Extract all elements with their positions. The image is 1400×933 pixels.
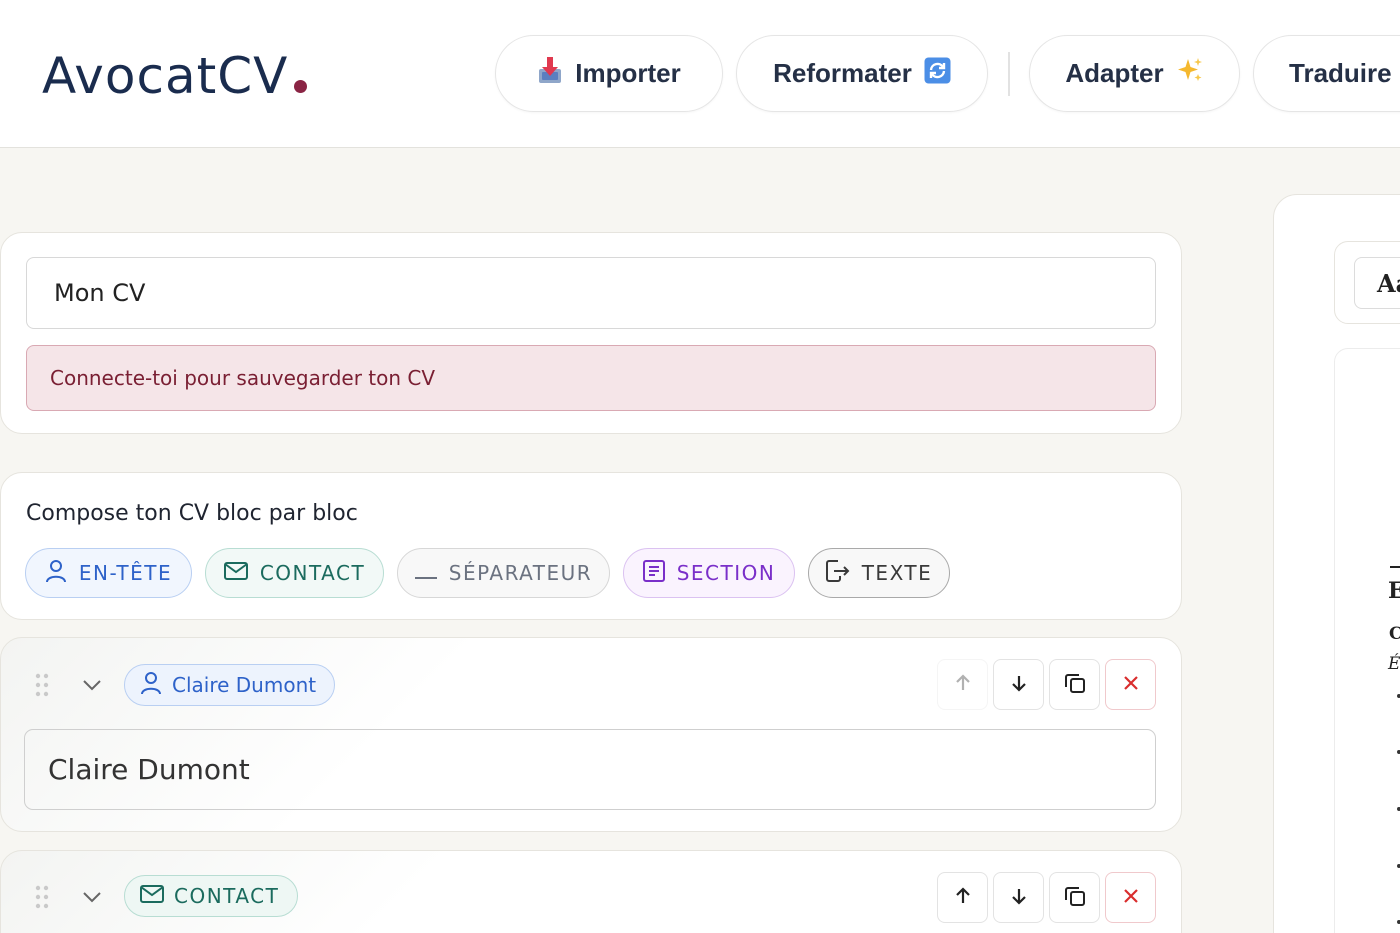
move-up-button[interactable] [937,872,988,923]
delete-button[interactable] [1105,659,1156,710]
duplicate-button[interactable] [1049,659,1100,710]
translate-label: Traduire [1289,58,1392,88]
app-logo[interactable]: AvocatCV [42,46,308,106]
move-down-button[interactable] [993,872,1044,923]
logo-text: AvocatCV [42,47,289,105]
user-icon [45,559,67,588]
mail-icon [223,561,248,585]
preview-heading-fragment: E [1388,578,1400,604]
top-bar: AvocatCV Importer Reformater Adapter Tra… [0,0,1400,148]
font-style-label: Aa [1377,268,1400,298]
sparkles-icon [1176,56,1204,91]
add-contact-chip[interactable]: CONTACT [205,548,384,598]
refresh-icon [924,57,951,91]
add-header-label: EN-TÊTE [78,561,173,585]
arrow-down-icon [1009,886,1029,910]
import-tray-icon [537,55,563,92]
import-label: Importer [575,58,681,88]
add-separator-label: SÉPARATEUR [448,561,593,585]
font-style-button[interactable]: Aa [1354,257,1400,309]
add-contact-label: CONTACT [259,561,366,585]
adapt-button[interactable]: Adapter [1029,35,1240,112]
contact-block-chip-label: CONTACT [174,884,280,908]
add-separator-chip[interactable]: SÉPARATEUR [397,548,610,598]
logo-dot [294,80,308,93]
mail-icon [140,884,164,908]
full-name-value: Claire Dumont [48,753,250,786]
full-name-input[interactable]: Claire Dumont [24,729,1156,810]
drag-handle-icon[interactable] [35,885,49,909]
drag-handle-icon[interactable] [35,673,49,697]
duplicate-icon [1064,672,1086,698]
duplicate-button[interactable] [1049,872,1100,923]
chevron-down-icon[interactable] [81,886,103,908]
preview-subheading-fragment: C [1389,624,1400,644]
delete-icon [1122,674,1140,696]
add-section-chip[interactable]: SECTION [623,548,795,598]
header-block-chip: Claire Dumont [124,664,336,706]
compose-heading: Compose ton CV bloc par bloc [26,501,358,526]
arrow-up-icon [953,886,973,910]
cv-title-value: Mon CV [54,279,146,307]
cv-title-card: Mon CV Connecte-toi pour sauvegarder ton… [0,232,1182,434]
adapt-label: Adapter [1065,58,1164,88]
delete-button[interactable] [1105,872,1156,923]
header-block-chip-label: Claire Dumont [172,673,317,697]
login-notice-text: Connecte-toi pour sauvegarder ton CV [50,366,436,390]
chevron-down-icon[interactable] [81,674,103,696]
add-text-label: TEXTE [861,561,933,585]
duplicate-icon [1064,885,1086,911]
section-icon [642,559,665,587]
nav-separator [1008,52,1010,96]
arrow-down-icon [1009,673,1029,697]
preview-italic-fragment: É [1388,654,1400,674]
move-down-button[interactable] [993,659,1044,710]
login-notice[interactable]: Connecte-toi pour sauvegarder ton CV [26,345,1156,411]
preview-rule [1390,566,1400,568]
contact-block-card: CONTACT [0,850,1182,933]
minus-icon [414,561,437,585]
reformat-label: Reformater [773,58,912,88]
translate-button[interactable]: Traduire [1253,35,1400,112]
move-up-button[interactable] [937,659,988,710]
compose-card: Compose ton CV bloc par bloc EN-TÊTE CON… [0,472,1182,620]
arrow-up-icon [953,673,973,697]
add-header-chip[interactable]: EN-TÊTE [25,548,192,598]
add-section-label: SECTION [676,561,776,585]
delete-icon [1122,887,1140,909]
reformat-button[interactable]: Reformater [736,35,988,112]
contact-block-chip: CONTACT [124,875,299,917]
cv-title-input[interactable]: Mon CV [26,257,1156,329]
add-text-chip[interactable]: TEXTE [808,548,950,598]
text-insert-icon [825,559,850,587]
user-icon [140,671,162,700]
header-block-card: Claire Dumont Claire Dumont [0,637,1182,832]
import-button[interactable]: Importer [495,35,723,112]
